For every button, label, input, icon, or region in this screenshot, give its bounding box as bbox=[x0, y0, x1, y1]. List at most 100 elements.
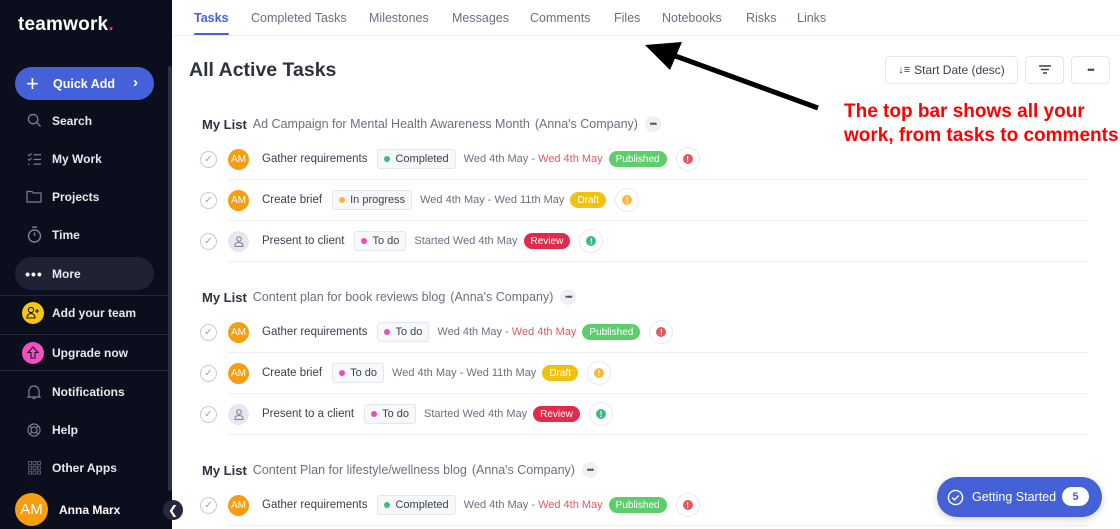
priority-alert-icon: ! bbox=[595, 409, 606, 419]
list-options-button[interactable]: ••• bbox=[560, 289, 577, 305]
status-badge[interactable]: To do bbox=[377, 322, 430, 342]
checkmark-icon: ✓ bbox=[204, 499, 213, 511]
assignee-avatar[interactable]: AM bbox=[228, 189, 249, 211]
date-separator: - bbox=[528, 499, 539, 511]
task-dates[interactable]: Wed 4th May - Wed 11th May bbox=[392, 367, 536, 379]
status-badge[interactable]: In progress bbox=[332, 190, 413, 210]
priority-button[interactable]: ! bbox=[615, 188, 640, 212]
tab-risks[interactable]: Risks bbox=[746, 11, 777, 25]
tag-badge[interactable]: Draft bbox=[570, 192, 607, 208]
complete-task-checkbox[interactable]: ✓ bbox=[200, 364, 217, 382]
task-row[interactable]: ✓ AM Gather requirements To do Wed 4th May -… bbox=[200, 312, 1088, 353]
tab-comments[interactable]: Comments bbox=[530, 11, 590, 25]
apps-grid-icon bbox=[25, 459, 43, 477]
more-options-button[interactable]: ••• bbox=[1071, 56, 1110, 84]
tag-badge[interactable]: Published bbox=[608, 497, 667, 513]
complete-task-checkbox[interactable]: ✓ bbox=[200, 232, 217, 250]
complete-task-checkbox[interactable]: ✓ bbox=[200, 191, 217, 209]
task-dates[interactable]: Started Wed 4th May bbox=[424, 408, 527, 420]
task-name[interactable]: Gather requirements bbox=[262, 499, 367, 511]
tab-files[interactable]: Files bbox=[614, 11, 640, 25]
list-options-button[interactable]: ••• bbox=[644, 116, 661, 132]
assignee-avatar[interactable]: AM bbox=[228, 321, 249, 343]
sidebar-item-notifications[interactable]: Notifications bbox=[15, 375, 154, 408]
assignee-avatar[interactable]: AM bbox=[228, 362, 249, 384]
sidebar-item-other-apps[interactable]: Other Apps bbox=[15, 451, 154, 484]
complete-task-checkbox[interactable]: ✓ bbox=[200, 405, 217, 423]
task-dates[interactable]: Wed 4th May - Wed 4th May bbox=[464, 499, 603, 511]
tab-messages[interactable]: Messages bbox=[452, 11, 509, 25]
assignee-avatar[interactable]: AM bbox=[228, 494, 249, 516]
tag-badge[interactable]: Published bbox=[608, 151, 667, 167]
collapse-sidebar-button[interactable]: ❮ bbox=[163, 500, 183, 520]
quick-add-button[interactable]: + Quick Add › bbox=[15, 67, 154, 100]
priority-button[interactable]: ! bbox=[588, 402, 613, 426]
priority-button[interactable]: ! bbox=[579, 229, 604, 253]
unassigned-user-icon[interactable] bbox=[228, 403, 249, 425]
list-label[interactable]: My List bbox=[202, 290, 247, 305]
priority-button[interactable]: ! bbox=[586, 361, 611, 385]
tag-badge[interactable]: Review bbox=[523, 233, 571, 249]
tab-notebooks[interactable]: Notebooks bbox=[662, 11, 722, 25]
sidebar-item-search[interactable]: Search bbox=[15, 104, 154, 137]
tab-completed-tasks[interactable]: Completed Tasks bbox=[251, 11, 347, 25]
logo-dot: . bbox=[108, 14, 114, 35]
sidebar-item-label: Time bbox=[52, 227, 80, 242]
tab-tasks[interactable]: Tasks bbox=[194, 11, 229, 35]
checkmark-icon: ✓ bbox=[204, 367, 213, 379]
status-badge[interactable]: Completed bbox=[377, 495, 456, 515]
complete-task-checkbox[interactable]: ✓ bbox=[200, 496, 217, 514]
status-badge[interactable]: Completed bbox=[377, 149, 456, 169]
sidebar-item-my-work[interactable]: My Work bbox=[15, 142, 154, 175]
tag-badge[interactable]: Review bbox=[533, 406, 580, 422]
sidebar-item-projects[interactable]: Projects bbox=[15, 180, 154, 213]
task-row[interactable]: ✓ AM Create brief In progress Wed 4th May - … bbox=[200, 180, 1088, 221]
task-row[interactable]: ✓ Present to client To do Started Wed 4th M… bbox=[200, 221, 1088, 262]
unassigned-user-icon[interactable] bbox=[228, 230, 249, 252]
user-profile[interactable]: AM Anna Marx bbox=[15, 493, 120, 526]
task-name[interactable]: Present to a client bbox=[262, 408, 354, 420]
list-label[interactable]: My List bbox=[202, 463, 247, 478]
project-name[interactable]: Content Plan for lifestyle/wellness blog bbox=[253, 463, 467, 477]
sort-button[interactable]: ↓≡ Start Date (desc) bbox=[885, 56, 1018, 84]
list-options-button[interactable]: ••• bbox=[581, 462, 598, 478]
task-name[interactable]: Present to client bbox=[262, 235, 344, 247]
status-badge[interactable]: To do bbox=[332, 363, 385, 383]
project-name[interactable]: Content plan for book reviews blog bbox=[253, 290, 445, 304]
priority-button[interactable]: ! bbox=[649, 320, 674, 344]
priority-button[interactable]: ! bbox=[675, 493, 700, 517]
status-dot-icon bbox=[339, 370, 346, 376]
task-dates[interactable]: Wed 4th May - Wed 4th May bbox=[437, 326, 576, 338]
getting-started-label: Getting Started bbox=[972, 490, 1057, 504]
tag-badge[interactable]: Published bbox=[582, 324, 641, 340]
sidebar-item-upgrade-now[interactable]: Upgrade now bbox=[15, 336, 154, 369]
sidebar-item-more[interactable]: ••• More bbox=[15, 257, 154, 290]
task-name[interactable]: Gather requirements bbox=[262, 153, 367, 165]
tag-badge[interactable]: Draft bbox=[542, 365, 578, 381]
sidebar-item-help[interactable]: Help bbox=[15, 413, 154, 446]
getting-started-button[interactable]: Getting Started 5 bbox=[937, 477, 1102, 517]
tab-milestones[interactable]: Milestones bbox=[369, 11, 429, 25]
status-badge[interactable]: To do bbox=[364, 404, 416, 424]
status-label: To do bbox=[372, 235, 400, 247]
sidebar-item-time[interactable]: Time bbox=[15, 218, 154, 251]
assignee-avatar[interactable]: AM bbox=[228, 148, 249, 170]
sidebar-item-add-your-team[interactable]: Add your team bbox=[15, 296, 154, 329]
task-name[interactable]: Gather requirements bbox=[262, 326, 367, 338]
filter-button[interactable] bbox=[1025, 56, 1064, 84]
priority-button[interactable]: ! bbox=[675, 147, 700, 171]
list-label[interactable]: My List bbox=[202, 117, 247, 132]
task-row[interactable]: ✓ AM Create brief To do Wed 4th May - Wed 11… bbox=[200, 353, 1088, 394]
task-dates[interactable]: Wed 4th May - Wed 11th May bbox=[420, 194, 564, 206]
teamwork-logo[interactable]: teamwork. bbox=[18, 14, 114, 36]
complete-task-checkbox[interactable]: ✓ bbox=[200, 323, 217, 341]
task-name[interactable]: Create brief bbox=[262, 367, 322, 379]
task-row[interactable]: ✓ Present to a client To do Started Wed 4th… bbox=[200, 394, 1088, 435]
tab-links[interactable]: Links bbox=[797, 11, 826, 25]
task-name[interactable]: Create brief bbox=[262, 194, 322, 206]
project-name[interactable]: Ad Campaign for Mental Health Awareness … bbox=[253, 117, 530, 131]
task-dates[interactable]: Wed 4th May - Wed 4th May bbox=[464, 153, 603, 165]
status-badge[interactable]: To do bbox=[354, 231, 407, 251]
complete-task-checkbox[interactable]: ✓ bbox=[200, 150, 217, 168]
task-dates[interactable]: Started Wed 4th May bbox=[414, 235, 517, 247]
